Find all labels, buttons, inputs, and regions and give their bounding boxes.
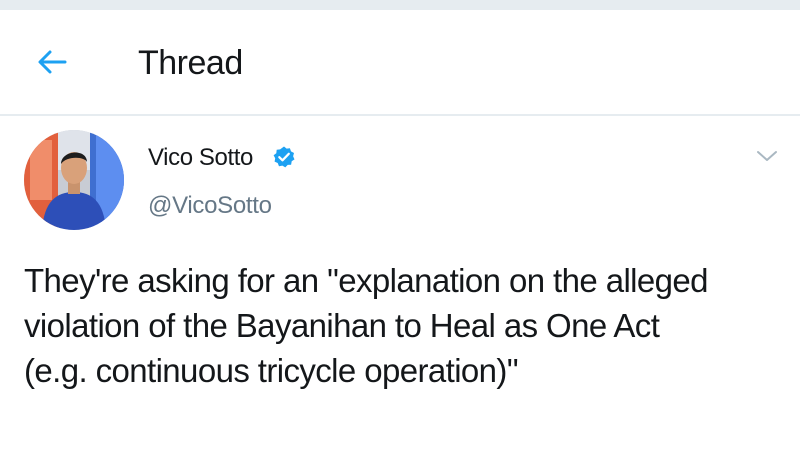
page-title: Thread	[138, 44, 243, 82]
author-handle[interactable]: @VicoSotto	[148, 192, 272, 220]
back-arrow-icon	[38, 50, 67, 74]
tweet: Vico Sotto @VicoSotto They're asking for…	[0, 116, 800, 450]
author-name[interactable]: Vico Sotto	[148, 144, 253, 172]
avatar-photo	[24, 130, 124, 230]
back-button[interactable]	[30, 40, 74, 84]
verified-badge-icon	[273, 146, 295, 168]
status-bar-strip	[0, 0, 800, 10]
tweet-text: They're asking for an "explanation on th…	[24, 262, 709, 389]
tweet-menu-button[interactable]	[752, 144, 782, 168]
chevron-down-icon	[757, 151, 777, 161]
avatar[interactable]	[24, 130, 124, 230]
thread-header: Thread	[0, 10, 800, 116]
